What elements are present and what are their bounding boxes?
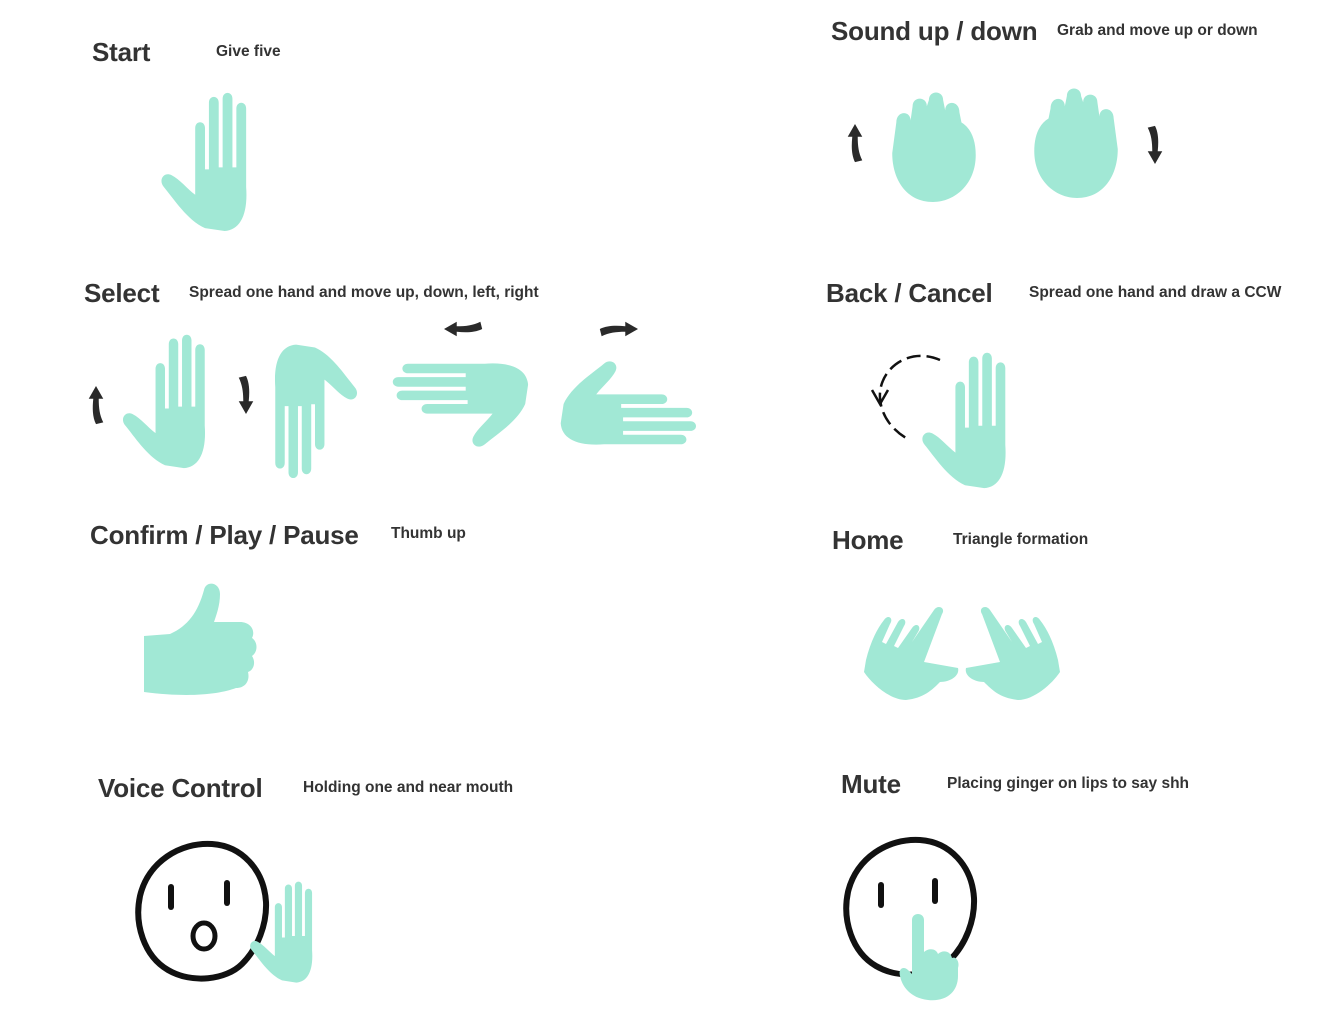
rotate-left-arrow-icon (444, 321, 483, 337)
hand-up-icon (122, 334, 206, 469)
gesture-title: Confirm / Play / Pause (90, 520, 359, 550)
rotate-down-arrow-icon (238, 375, 254, 414)
open-palm-hand-icon (922, 352, 1006, 489)
gesture-title: Back / Cancel (826, 278, 993, 308)
triangle-hands-icon (864, 607, 1060, 700)
gesture-title: Mute (841, 769, 901, 799)
gesture-description: Holding one and near mouth (303, 779, 514, 796)
gesture-description: Triangle formation (953, 531, 1089, 548)
gesture-description: Grab and move up or down (1057, 22, 1258, 39)
rotate-up-arrow-icon (847, 124, 863, 163)
thumbs-up-icon (144, 583, 257, 695)
gesture-description: Spread one hand and draw a CCW (1029, 284, 1282, 301)
hand-right-icon (560, 361, 696, 445)
gesture-title: Sound up / down (831, 16, 1038, 46)
grab-hand-icon (892, 92, 976, 202)
hand-down-icon (274, 344, 358, 478)
hand-near-mouth-icon (250, 881, 313, 983)
gesture-description: Thumb up (391, 525, 466, 542)
rotate-up-arrow-icon (88, 386, 104, 425)
gesture-title: Home (832, 525, 904, 555)
rotate-down-arrow-icon (1147, 125, 1163, 164)
gesture-description: Placing ginger on lips to say shh (947, 775, 1190, 792)
gesture-title: Start (92, 37, 151, 67)
hand-left-icon (392, 363, 529, 447)
gesture-title: Select (84, 278, 160, 308)
gesture-description: Spread one hand and move up, down, left,… (189, 284, 539, 301)
grab-hand-icon (1034, 88, 1118, 198)
gesture-title: Voice Control (98, 773, 263, 803)
gesture-description: Give five (216, 43, 281, 60)
open-palm-hand-icon (161, 92, 247, 232)
rotate-right-arrow-icon (599, 321, 638, 337)
finger-on-lips-icon (899, 914, 959, 1001)
